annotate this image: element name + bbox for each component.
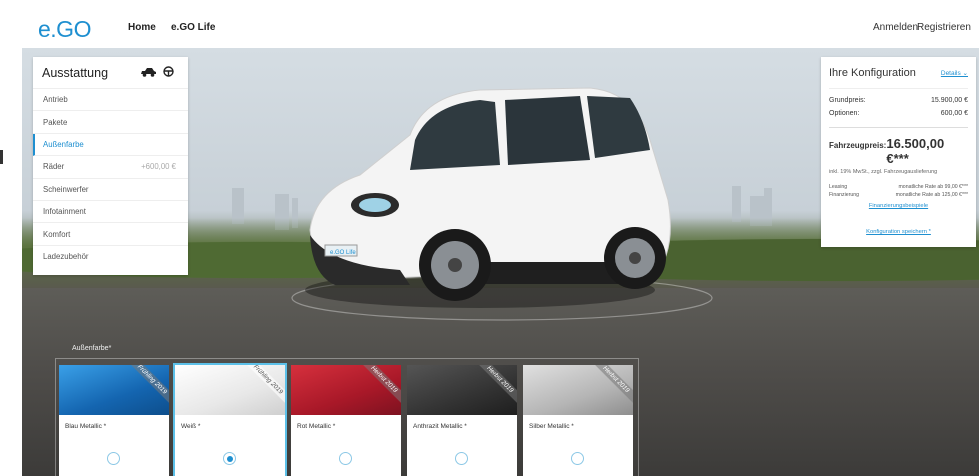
car-icon[interactable] — [140, 67, 157, 77]
season-ribbon: Herbst 2019 — [472, 365, 517, 408]
left-margin — [0, 48, 22, 476]
color-name: Weiß * — [181, 423, 201, 430]
color-option-weiss[interactable]: Frühling 2019 Weiß * — [173, 363, 287, 476]
color-name: Anthrazit Metallic * — [413, 423, 467, 430]
fahrzeugpreis-value: 16.500,00 €*** — [886, 136, 945, 166]
color-swatch: Frühling 2019 — [175, 365, 285, 415]
menu-item-label: Scheinwerfer — [43, 184, 89, 194]
login-link[interactable]: Anmelden — [873, 22, 918, 33]
optionen-label: Optionen: — [829, 110, 860, 117]
color-swatch: Herbst 2019 — [407, 365, 517, 415]
menu-item-pakete[interactable]: Pakete — [33, 111, 188, 134]
color-name: Silber Metallic * — [529, 423, 574, 430]
top-navigation: e.GO Home e.GO Life Anmelden Registriere… — [0, 0, 979, 48]
finanzierung-value: monatliche Rate ab 125,00 €*** — [895, 192, 968, 198]
season-ribbon: Frühling 2019 — [240, 365, 285, 408]
menu-item-antrieb[interactable]: Antrieb — [33, 89, 188, 112]
color-option-silber[interactable]: Herbst 2019 Silber Metallic * — [523, 365, 633, 476]
season-ribbon: Herbst 2019 — [356, 365, 401, 408]
aussenfarbe-label: Außenfarbe* — [72, 345, 112, 352]
menu-item-label: Antrieb — [43, 95, 68, 105]
menu-item-label: Außenfarbe — [43, 139, 84, 149]
car-image: e.GO Life — [305, 87, 671, 308]
leasing-value: monatliche Rate ab 99,00 €*** — [898, 184, 968, 190]
color-name: Blau Metallic * — [65, 423, 107, 430]
menu-item-scheinwerfer[interactable]: Scheinwerfer — [33, 179, 188, 201]
grundpreis-label: Grundpreis: — [829, 97, 866, 104]
menu-item-aussenfarbe[interactable]: Außenfarbe — [33, 133, 188, 157]
color-swatch: Frühling 2019 — [59, 365, 169, 415]
color-swatch: Herbst 2019 — [291, 365, 401, 415]
color-radio[interactable] — [339, 452, 352, 465]
color-option-rot[interactable]: Herbst 2019 Rot Metallic * — [291, 365, 401, 476]
menu-item-label: Pakete — [43, 117, 68, 127]
konfiguration-title: Ihre Konfiguration — [829, 67, 916, 79]
ausstattung-panel: Ausstattung Antrieb Pakete Außenfarbe Rä… — [33, 57, 188, 275]
menu-item-label: Komfort — [43, 229, 71, 239]
license-plate: e.GO Life — [330, 250, 356, 256]
menu-item-komfort[interactable]: Komfort — [33, 223, 188, 246]
color-radio[interactable] — [571, 452, 584, 465]
ausstattung-header: Ausstattung — [33, 57, 188, 89]
color-name: Rot Metallic * — [297, 423, 336, 430]
menu-item-price: +600,00 € — [141, 162, 176, 172]
steering-wheel-icon[interactable] — [163, 66, 174, 77]
finanzierung-label: Finanzierung — [829, 192, 859, 198]
menu-item-label: Infotainment — [43, 207, 86, 217]
details-link[interactable]: Details ⌄ — [941, 69, 968, 77]
color-radio[interactable] — [455, 452, 468, 465]
leasing-label: Leasing — [829, 184, 848, 190]
fahrzeugpreis-label: Fahrzeugpreis: — [829, 141, 887, 150]
konfiguration-speichern-link[interactable]: Konfiguration speichern * — [829, 229, 968, 235]
menu-item-infotainment[interactable]: Infotainment — [33, 201, 188, 224]
ego-logo[interactable]: e.GO — [38, 16, 91, 43]
color-option-anthrazit[interactable]: Herbst 2019 Anthrazit Metallic * — [407, 365, 517, 476]
nav-ego-life[interactable]: e.GO Life — [171, 22, 215, 33]
price-note: inkl. 19% MwSt., zzgl. Fahrzeugausliefer… — [829, 169, 938, 175]
color-radio[interactable] — [223, 452, 236, 465]
season-ribbon: Herbst 2019 — [588, 365, 633, 408]
optionen-value: 600,00 € — [940, 110, 968, 117]
grundpreis-value: 15.900,00 € — [931, 97, 968, 104]
menu-item-raeder[interactable]: Räder +600,00 € — [33, 156, 188, 179]
menu-item-ladezubehoer[interactable]: Ladezubehör — [33, 246, 188, 268]
register-link[interactable]: Registrieren — [917, 22, 971, 33]
color-radio[interactable] — [107, 452, 120, 465]
ausstattung-title: Ausstattung — [42, 65, 109, 80]
menu-item-label: Ladezubehör — [43, 252, 89, 262]
konfiguration-panel: Ihre Konfiguration Details ⌄ Grundpreis:… — [821, 57, 976, 247]
left-accent-bar — [0, 150, 3, 164]
color-swatch: Herbst 2019 — [523, 365, 633, 415]
season-ribbon: Frühling 2019 — [124, 365, 169, 408]
color-option-blau[interactable]: Frühling 2019 Blau Metallic * — [59, 365, 169, 476]
nav-home[interactable]: Home — [128, 22, 156, 33]
menu-item-label: Räder — [43, 162, 65, 172]
finanzierungsbeispiele-link[interactable]: Finanzierungsbeispiele — [829, 203, 968, 209]
